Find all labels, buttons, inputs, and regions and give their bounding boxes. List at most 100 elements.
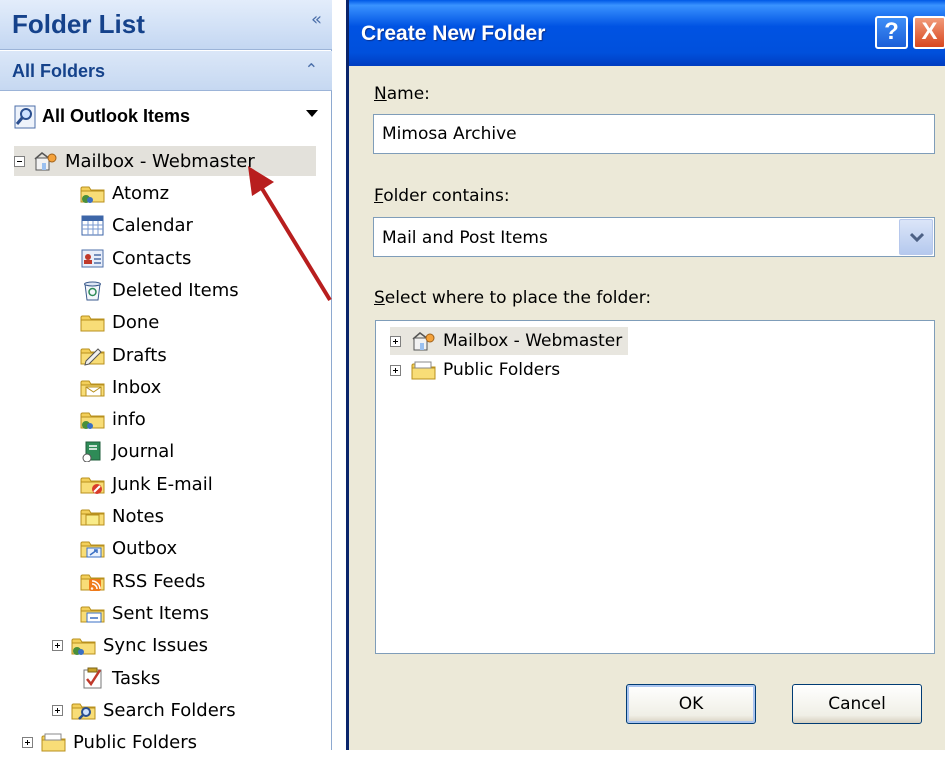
journal-icon [80, 440, 106, 463]
tree-item-inbox[interactable]: Inbox [80, 372, 161, 402]
contacts-icon [80, 247, 106, 269]
folder-label: Search Folders [103, 699, 236, 721]
folder-label: Notes [112, 505, 164, 527]
location-tree[interactable]: Mailbox - Webmaster Public Folders [375, 320, 935, 654]
collapse-icon[interactable] [14, 155, 25, 167]
folder-label: Deleted Items [112, 279, 239, 301]
shared-folder-icon [71, 634, 97, 656]
folder-label: Tasks [112, 667, 161, 689]
tree-item-search-folders[interactable]: Search Folders [52, 695, 236, 725]
tree-item-sent-items[interactable]: Sent Items [80, 598, 209, 628]
help-button[interactable]: ? [875, 16, 908, 49]
trash-icon [80, 279, 106, 301]
public-folders-icon [411, 359, 437, 381]
tree-item-tasks[interactable]: Tasks [80, 663, 160, 693]
tasks-icon [80, 667, 106, 689]
rss-icon [80, 570, 106, 592]
dropdown-button[interactable] [899, 219, 933, 255]
folder-label: Mailbox - Webmaster [65, 150, 255, 172]
tree-item-calendar[interactable]: Calendar [80, 210, 193, 240]
chevron-up-icon[interactable]: ⌃ [305, 60, 318, 79]
name-label: Name: [374, 84, 430, 104]
dialog-title: Create New Folder [361, 22, 546, 45]
all-folders-label: All Folders [12, 61, 106, 81]
name-label-accesskey: N [374, 84, 387, 104]
folder-list-header: Folder List « [0, 0, 332, 50]
tree-item-notes[interactable]: Notes [80, 501, 164, 531]
drafts-icon [80, 344, 106, 366]
folder-label: Sync Issues [103, 634, 209, 656]
location-item-public-folders[interactable]: Public Folders [390, 356, 560, 384]
inbox-icon [80, 376, 106, 398]
expand-icon[interactable] [22, 736, 33, 748]
tree-item-done[interactable]: Done [80, 307, 159, 337]
contains-label-text: older contains: [383, 186, 510, 206]
folder-label: Atomz [112, 182, 170, 204]
search-icon [14, 105, 36, 129]
folder-list-title: Folder List [12, 9, 145, 39]
folder-label: Calendar [112, 214, 193, 236]
contains-label-accesskey: F [374, 186, 384, 206]
expand-icon[interactable] [390, 335, 401, 347]
tree-item-outbox[interactable]: Outbox [80, 533, 177, 563]
create-new-folder-dialog: Create New Folder ? X Name: Folder conta… [346, 0, 945, 750]
cancel-button[interactable]: Cancel [792, 684, 922, 724]
folder-icon [80, 311, 106, 333]
outbox-icon [80, 537, 106, 559]
folder-label: Drafts [112, 344, 167, 366]
location-item-label: Mailbox - Webmaster [443, 331, 623, 351]
folder-label: Outbox [112, 537, 178, 559]
location-label-text: elect where to place the folder: [384, 288, 652, 308]
chevron-down-icon [910, 232, 924, 242]
tree-item-junk-e-mail[interactable]: Junk E-mail [80, 469, 213, 499]
notes-icon [80, 505, 106, 527]
mailbox-icon [411, 330, 437, 352]
folder-contains-value: Mail and Post Items [382, 228, 548, 248]
location-label: Select where to place the folder: [374, 288, 651, 308]
tree-item-rss-feeds[interactable]: RSS Feeds [80, 566, 205, 596]
all-outlook-items-label: All Outlook Items [42, 106, 191, 126]
tree-item-journal[interactable]: Journal [80, 436, 174, 466]
folder-label: Sent Items [112, 602, 210, 624]
mailbox-icon [33, 150, 59, 172]
expand-icon[interactable] [52, 704, 63, 716]
expand-icon[interactable] [52, 639, 63, 651]
folder-label: Done [112, 311, 160, 333]
name-label-text: ame: [386, 84, 430, 104]
location-item-mailbox[interactable]: Mailbox - Webmaster [390, 327, 629, 355]
all-outlook-items-selector[interactable]: All Outlook Items [0, 96, 332, 138]
folder-label: Public Folders [73, 731, 197, 753]
all-folders-bar[interactable]: All Folders ⌃ [0, 51, 332, 91]
sent-icon [80, 602, 106, 624]
folder-label: info [112, 408, 146, 430]
folder-label: Junk E-mail [112, 473, 213, 495]
close-button[interactable]: X [913, 16, 945, 49]
dropdown-arrow-icon[interactable] [306, 110, 318, 118]
folder-label: Inbox [112, 376, 162, 398]
shared-folder-icon [80, 182, 106, 204]
search-folder-icon [71, 699, 97, 721]
collapse-pane-icon[interactable]: « [311, 9, 322, 30]
shared-folder-icon [80, 408, 106, 430]
folder-label: RSS Feeds [112, 570, 206, 592]
calendar-icon [80, 214, 106, 236]
tree-item-atomz[interactable]: Atomz [80, 178, 169, 208]
location-item-label: Public Folders [443, 360, 561, 380]
location-label-accesskey: S [374, 288, 385, 308]
tree-item-drafts[interactable]: Drafts [80, 340, 167, 370]
tree-item-deleted-items[interactable]: Deleted Items [80, 275, 239, 305]
folder-contains-select[interactable]: Mail and Post Items [373, 217, 935, 257]
tree-item-contacts[interactable]: Contacts [80, 243, 191, 273]
junk-icon [80, 473, 106, 495]
folder-label: Journal [112, 440, 175, 462]
annotation-arrow [248, 166, 332, 302]
dialog-titlebar[interactable]: Create New Folder ? X [349, 0, 945, 66]
folder-list-pane: Folder List « All Folders ⌃ All Outlook … [0, 0, 332, 753]
folder-contains-label: Folder contains: [374, 186, 510, 206]
tree-item-sync-issues[interactable]: Sync Issues [52, 630, 208, 660]
ok-button[interactable]: OK [626, 684, 756, 724]
tree-item-info[interactable]: info [80, 404, 146, 434]
expand-icon[interactable] [390, 364, 401, 376]
folder-name-input[interactable] [373, 114, 935, 154]
tree-item-public-folders[interactable]: Public Folders [22, 727, 197, 757]
